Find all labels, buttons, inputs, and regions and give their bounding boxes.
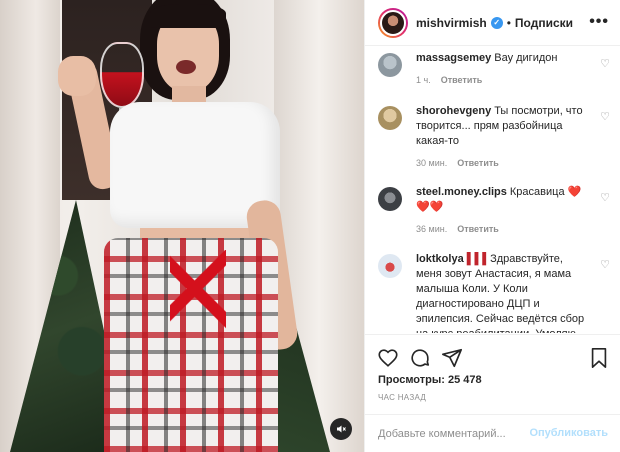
reply-button[interactable]: Ответить bbox=[441, 75, 483, 85]
comment-text: Здравствуйте, меня зовут Анастасия, я ма… bbox=[416, 253, 585, 333]
publish-button[interactable]: Опубликовать bbox=[529, 427, 608, 439]
post-header: mishvirmish ✓ • Подписки ••• bbox=[365, 0, 620, 46]
more-options-icon[interactable]: ••• bbox=[589, 13, 609, 31]
header-separator: • bbox=[506, 15, 511, 30]
comment-like-icon[interactable]: ♡ bbox=[600, 110, 610, 123]
author-username[interactable]: mishvirmish bbox=[416, 16, 487, 30]
bookmark-icon bbox=[591, 348, 607, 368]
comment-username[interactable]: massagsemey bbox=[416, 52, 491, 64]
comment-bubble-icon bbox=[411, 349, 430, 367]
commenter-avatar[interactable] bbox=[378, 254, 402, 278]
paper-plane-icon bbox=[442, 348, 462, 368]
comment-button[interactable] bbox=[409, 347, 431, 372]
author-avatar[interactable] bbox=[378, 7, 408, 38]
comment-like-icon[interactable]: ♡ bbox=[600, 191, 610, 204]
comment-username[interactable]: shorohevgeny bbox=[416, 105, 491, 117]
reply-button[interactable]: Ответить bbox=[457, 224, 499, 234]
views-count[interactable]: Просмотры: 25 478 bbox=[378, 374, 482, 386]
add-comment-bar: Опубликовать bbox=[365, 414, 620, 452]
woman-mouth bbox=[176, 60, 196, 74]
share-button[interactable] bbox=[441, 347, 463, 372]
post-time[interactable]: ЧАС НАЗАД bbox=[378, 393, 426, 402]
wine-glass bbox=[100, 42, 144, 108]
comment-username[interactable]: steel.money.clips bbox=[416, 186, 507, 198]
comment-text: Красавица bbox=[509, 186, 565, 198]
commenter-avatar[interactable] bbox=[378, 187, 402, 211]
comment-username[interactable]: loktkolya bbox=[416, 253, 464, 265]
like-button[interactable] bbox=[377, 347, 399, 372]
post-video[interactable] bbox=[0, 0, 364, 452]
comment-time: 30 мин. bbox=[416, 158, 448, 168]
mute-button[interactable] bbox=[330, 418, 352, 440]
comment-like-icon[interactable]: ♡ bbox=[600, 258, 610, 271]
hand bbox=[58, 56, 96, 96]
speaker-muted-icon bbox=[337, 425, 346, 433]
post-side-panel: mishvirmish ✓ • Подписки ••• massagsemey… bbox=[364, 0, 620, 452]
woman-bangs bbox=[150, 4, 226, 28]
save-button[interactable] bbox=[589, 347, 609, 372]
comment-text: Вау дигидон bbox=[494, 52, 558, 64]
comment-prefix-marks: ▌▌▌ bbox=[466, 253, 491, 265]
comment-time: 1 ч. bbox=[416, 75, 431, 85]
following-button[interactable]: Подписки bbox=[515, 16, 573, 30]
reply-button[interactable]: Ответить bbox=[457, 158, 499, 168]
commenter-avatar[interactable] bbox=[378, 53, 402, 77]
commenter-avatar[interactable] bbox=[378, 106, 402, 130]
comment-like-icon[interactable]: ♡ bbox=[600, 57, 610, 70]
red-drawstring bbox=[170, 250, 226, 330]
verified-badge-icon: ✓ bbox=[490, 16, 503, 29]
comment-input[interactable] bbox=[378, 424, 538, 444]
comment-time: 36 мин. bbox=[416, 224, 448, 234]
heart-outline-icon bbox=[378, 349, 398, 367]
comments-list[interactable]: massagsemey Вау дигидон 1 ч. Ответить ♡ sh… bbox=[365, 47, 620, 333]
